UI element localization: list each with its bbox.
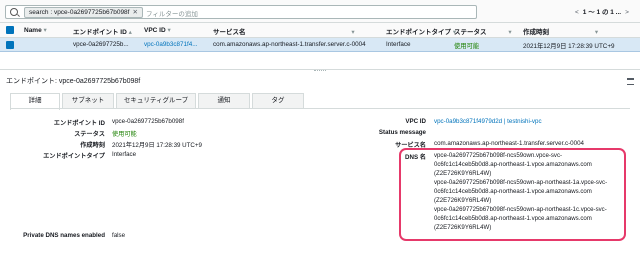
- endpoint-type-value: Interface: [112, 151, 137, 158]
- filter-token-value: vpce-0a2697725b67b098f: [53, 9, 130, 16]
- table-header: Name ▾ エンドポイント ID ▴ VPC ID ▾ サービス名 ▾ エンド…: [0, 23, 640, 38]
- status-value: 使用可能: [112, 131, 137, 138]
- next-page-button[interactable]: >: [625, 9, 629, 16]
- row-status: 使用可能: [454, 43, 480, 50]
- column-header-endpoint-type[interactable]: エンドポイントタイプ ▾: [386, 26, 456, 36]
- column-header-status[interactable]: ステータス ▾: [454, 26, 512, 36]
- tab-security-groups[interactable]: セキュリティグループ: [116, 93, 196, 108]
- vpc-id-label: VPC ID: [405, 118, 426, 125]
- row-service-name: com.amazonaws.ap-northeast-1.transfer.se…: [213, 41, 366, 48]
- private-dns-value: false: [112, 232, 126, 239]
- panel-resize-handle[interactable]: [0, 69, 640, 74]
- row-endpoint-id: vpce-0a2697725b...: [73, 41, 129, 48]
- filter-bar: search : vpce-0a2697725b67b098f ✕ フィルターの追…: [0, 0, 640, 23]
- endpoint-type-label: エンドポイントタイプ: [43, 153, 105, 160]
- endpoint-id-label: エンドポイント ID: [53, 120, 105, 127]
- search-input[interactable]: search : vpce-0a2697725b67b098f ✕ フィルターの追…: [5, 5, 477, 19]
- private-dns-label: Private DNS names enabled: [23, 232, 105, 239]
- created-label: 作成時刻: [80, 142, 105, 149]
- created-value: 2021年12月9日 17:28:39 UTC+9: [112, 142, 202, 149]
- column-header-vpc-id[interactable]: VPC ID ▾: [144, 26, 171, 34]
- tab-divider: [10, 108, 630, 109]
- row-vpc-id-link[interactable]: vpc-0a9b3c871f4...: [144, 41, 198, 48]
- pagination-text: 1 〜 1 の 1 ...: [582, 9, 622, 16]
- endpoint-id-value: vpce-0a2697725b67b098f: [112, 118, 184, 125]
- dns-highlight-annotation: [399, 148, 626, 241]
- prev-page-button[interactable]: <: [575, 9, 579, 16]
- column-header-endpoint-id[interactable]: エンドポイント ID ▴: [73, 26, 132, 36]
- pagination: <1 〜 1 の 1 ... >: [575, 6, 629, 16]
- tab-subnets[interactable]: サブネット: [62, 93, 114, 108]
- column-header-service-name[interactable]: サービス名 ▾: [213, 26, 355, 36]
- filter-token-key: search: [29, 9, 49, 16]
- tab-notifications[interactable]: 通知: [198, 93, 250, 108]
- status-message-label: Status message: [378, 129, 426, 136]
- vpc-id-link[interactable]: vpc-0a9b3c871f4979d2d | testnishi-vpc: [434, 118, 542, 125]
- column-header-name[interactable]: Name ▾: [24, 26, 47, 34]
- row-checkbox[interactable]: [6, 41, 14, 49]
- service-name-value: com.amazonaws.ap-northeast-1.transfer.se…: [434, 140, 584, 147]
- table-row[interactable]: vpce-0a2697725b... vpc-0a9b3c871f4... co…: [0, 38, 640, 52]
- filter-token[interactable]: search : vpce-0a2697725b67b098f ✕: [24, 7, 143, 18]
- status-label: ステータス: [74, 131, 105, 138]
- select-all-checkbox[interactable]: [6, 26, 14, 34]
- tab-tags[interactable]: タグ: [252, 93, 304, 108]
- grip-icon: [314, 70, 326, 73]
- panel-layout-icon[interactable]: [627, 78, 634, 85]
- row-endpoint-type: Interface: [386, 41, 411, 48]
- column-header-created[interactable]: 作成時刻 ▾: [523, 26, 598, 36]
- endpoints-table: Name ▾ エンドポイント ID ▴ VPC ID ▾ サービス名 ▾ エンド…: [0, 23, 640, 52]
- search-placeholder: フィルターの追加: [146, 11, 198, 18]
- row-created: 2021年12月9日 17:28:39 UTC+9: [523, 43, 615, 50]
- detail-title: エンドポイント: vpce-0a2697725b67b098f: [6, 78, 141, 85]
- search-icon: [10, 8, 18, 16]
- close-icon[interactable]: ✕: [132, 9, 137, 16]
